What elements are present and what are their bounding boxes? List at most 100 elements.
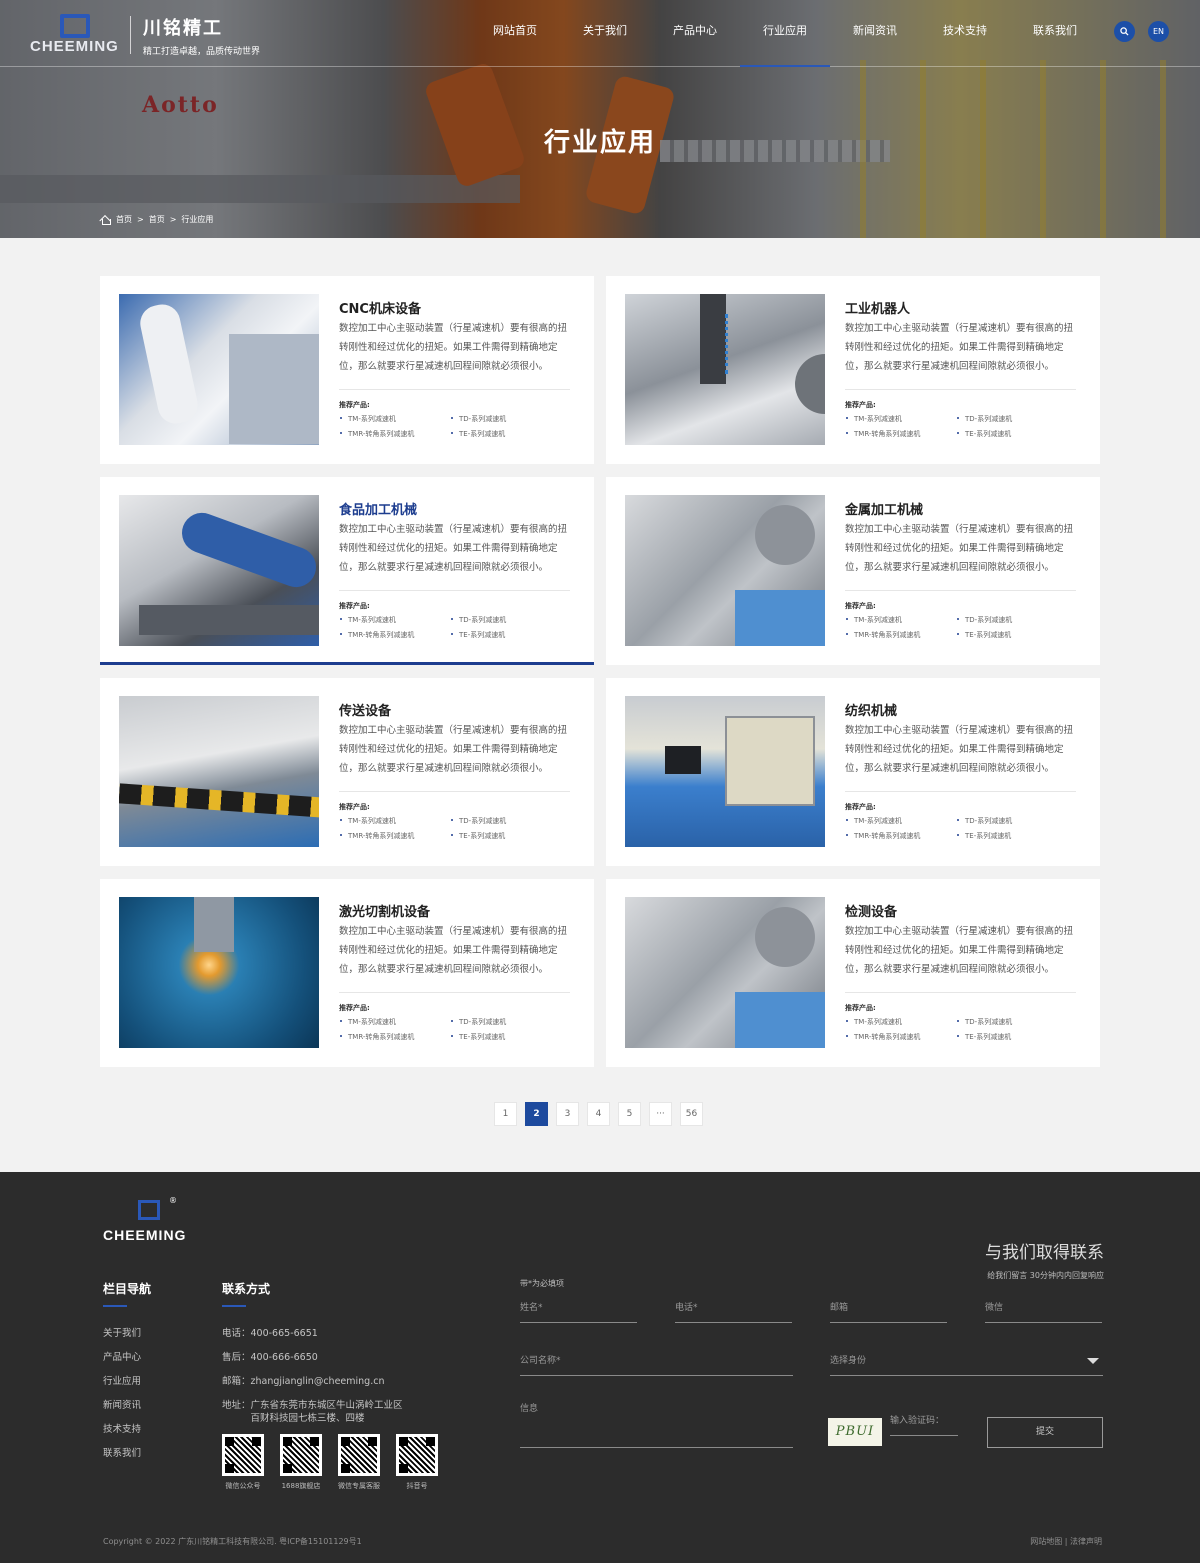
search-icon [1120, 27, 1129, 36]
captcha-image[interactable]: PBUI [828, 1418, 882, 1446]
product-link[interactable]: TMR-转角系列减速机 [845, 429, 956, 439]
page-button[interactable]: 5 [618, 1102, 641, 1126]
contact-phone: 电话：400-665-6651 [222, 1328, 318, 1339]
site-logo[interactable]: CHEEMING [30, 12, 120, 56]
brand: 川铭精工 精工打造卓越，品质传动世界 [143, 14, 260, 57]
product-link[interactable]: TD-系列减速机 [956, 615, 1067, 625]
company-field[interactable]: 公司名称* [520, 1353, 793, 1376]
message-field[interactable]: 信息 [520, 1401, 793, 1448]
product-link[interactable]: TD-系列减速机 [450, 414, 561, 424]
contact-email[interactable]: 邮箱：zhangjianglin@cheeming.cn [222, 1370, 482, 1394]
footer-link[interactable]: 关于我们 [103, 1322, 141, 1346]
product-link[interactable]: TE-系列减速机 [956, 831, 1067, 841]
card-description: 数控加工中心主驱动装置（行星减速机）要有很高的扭转刚性和经过优化的扭矩。如果工件… [339, 725, 568, 774]
product-link[interactable]: TM-系列减速机 [845, 615, 956, 625]
application-card[interactable]: 金属加工机械 数控加工中心主驱动装置（行星减速机）要有很高的扭转刚性和经过优化的… [606, 477, 1100, 665]
application-card[interactable]: 激光切割机设备 数控加工中心主驱动装置（行星减速机）要有很高的扭转刚性和经过优化… [100, 879, 594, 1067]
card-title[interactable]: CNC机床设备 [339, 298, 421, 317]
application-card[interactable]: 传送设备 数控加工中心主驱动装置（行星减速机）要有很高的扭转刚性和经过优化的扭矩… [100, 678, 594, 866]
language-toggle[interactable]: EN [1148, 21, 1169, 42]
product-link[interactable]: TD-系列减速机 [450, 816, 561, 826]
identity-select[interactable]: 选择身份 [830, 1353, 1103, 1376]
footer-link[interactable]: 新闻资讯 [103, 1394, 141, 1418]
application-card[interactable]: 工业机器人 数控加工中心主驱动装置（行星减速机）要有很高的扭转刚性和经过优化的扭… [606, 276, 1100, 464]
breadcrumb-item[interactable]: 首页 [116, 214, 132, 225]
contact-aftersales: 售后：400-666-6650 [222, 1352, 318, 1363]
product-link[interactable]: TE-系列减速机 [450, 429, 561, 439]
product-link[interactable]: TM-系列减速机 [845, 414, 956, 424]
captcha-input[interactable]: 输入验证码： [890, 1413, 958, 1436]
product-link[interactable]: TD-系列减速机 [956, 816, 1067, 826]
product-link[interactable]: TE-系列减速机 [450, 831, 561, 841]
nav-products[interactable]: 产品中心 [650, 0, 740, 67]
page-button[interactable]: 4 [587, 1102, 610, 1126]
product-link[interactable]: TMR-转角系列减速机 [339, 630, 450, 640]
nav-applications[interactable]: 行业应用 [740, 0, 830, 67]
product-link[interactable]: TD-系列减速机 [450, 1017, 561, 1027]
card-title[interactable]: 金属加工机械 [845, 499, 923, 518]
search-button[interactable] [1114, 21, 1135, 42]
nav-home[interactable]: 网站首页 [470, 0, 560, 67]
product-link[interactable]: TE-系列减速机 [956, 1032, 1067, 1042]
page-button-current[interactable]: 2 [525, 1102, 548, 1126]
card-title[interactable]: 激光切割机设备 [339, 901, 430, 920]
application-card[interactable]: 纺织机械 数控加工中心主驱动装置（行星减速机）要有很高的扭转刚性和经过优化的扭矩… [606, 678, 1100, 866]
footer-logo[interactable]: ® CHEEMING [103, 1196, 203, 1248]
product-link[interactable]: TE-系列减速机 [450, 1032, 561, 1042]
application-card[interactable]: 食品加工机械 数控加工中心主驱动装置（行星减速机）要有很高的扭转刚性和经过优化的… [100, 477, 594, 665]
product-link[interactable]: TMR-转角系列减速机 [845, 630, 956, 640]
card-title[interactable]: 食品加工机械 [339, 499, 417, 518]
card-image [119, 495, 319, 646]
product-link[interactable]: TD-系列减速机 [450, 615, 561, 625]
application-card[interactable]: 检测设备 数控加工中心主驱动装置（行星减速机）要有很高的扭转刚性和经过优化的扭矩… [606, 879, 1100, 1067]
wechat-field[interactable]: 微信 [985, 1300, 1102, 1323]
card-image [625, 294, 825, 445]
page-button[interactable]: 3 [556, 1102, 579, 1126]
product-link[interactable]: TD-系列减速机 [956, 1017, 1067, 1027]
product-link[interactable]: TE-系列减速机 [956, 429, 1067, 439]
nav-support[interactable]: 技术支持 [920, 0, 1010, 67]
brand-name: 川铭精工 [143, 18, 223, 39]
footer-link[interactable]: 联系我们 [103, 1442, 141, 1466]
phone-field[interactable]: 电话* [675, 1300, 792, 1323]
nav-contact[interactable]: 联系我们 [1010, 0, 1100, 67]
application-card[interactable]: CNC机床设备 数控加工中心主驱动装置（行星减速机）要有很高的扭转刚性和经过优化… [100, 276, 594, 464]
footer-legal-links[interactable]: 网站地图 | 法律声明 [1030, 1536, 1102, 1547]
recommended-label: 推荐产品: [339, 1004, 370, 1012]
card-title[interactable]: 传送设备 [339, 700, 391, 719]
product-link[interactable]: TM-系列减速机 [845, 1017, 956, 1027]
product-link[interactable]: TM-系列减速机 [339, 414, 450, 424]
nav-news[interactable]: 新闻资讯 [830, 0, 920, 67]
product-link[interactable]: TM-系列减速机 [845, 816, 956, 826]
footer-link[interactable]: 行业应用 [103, 1370, 141, 1394]
breadcrumb-item[interactable]: 首页 [149, 214, 165, 225]
footer-nav: 关于我们 产品中心 行业应用 新闻资讯 技术支持 联系我们 [103, 1322, 141, 1466]
footer-link[interactable]: 技术支持 [103, 1418, 141, 1442]
hero-banner: Aotto CHEEMING 川铭精工 精工打造卓越，品质传动世界 网站首页 关… [0, 0, 1200, 238]
product-link[interactable]: TMR-转角系列减速机 [339, 429, 450, 439]
product-link[interactable]: TM-系列减速机 [339, 615, 450, 625]
card-title[interactable]: 纺织机械 [845, 700, 897, 719]
contact-form-subtitle: 给我们留言 30分钟内内回复响应 [987, 1271, 1104, 1280]
product-link[interactable]: TMR-转角系列减速机 [339, 831, 450, 841]
page-button[interactable]: 1 [494, 1102, 517, 1126]
product-link[interactable]: TMR-转角系列减速机 [845, 1032, 956, 1042]
product-link[interactable]: TE-系列减速机 [450, 630, 561, 640]
submit-button[interactable]: 提交 [987, 1417, 1103, 1448]
page-button[interactable]: 56 [680, 1102, 703, 1126]
card-title[interactable]: 检测设备 [845, 901, 897, 920]
product-link[interactable]: TM-系列减速机 [339, 1017, 450, 1027]
nav-about[interactable]: 关于我们 [560, 0, 650, 67]
product-link[interactable]: TMR-转角系列减速机 [339, 1032, 450, 1042]
product-link[interactable]: TMR-转角系列减速机 [845, 831, 956, 841]
card-title[interactable]: 工业机器人 [845, 298, 910, 317]
product-link[interactable]: TE-系列减速机 [956, 630, 1067, 640]
recommended-label: 推荐产品: [339, 602, 370, 610]
footer-contact-title: 联系方式 [222, 1282, 271, 1296]
product-link[interactable]: TD-系列减速机 [956, 414, 1067, 424]
email-field[interactable]: 邮箱 [830, 1300, 947, 1323]
name-field[interactable]: 姓名* [520, 1300, 637, 1323]
product-list: TM-系列减速机 TD-系列减速机 TMR-转角系列减速机 TE-系列减速机 [339, 414, 579, 439]
product-link[interactable]: TM-系列减速机 [339, 816, 450, 826]
footer-link[interactable]: 产品中心 [103, 1346, 141, 1370]
